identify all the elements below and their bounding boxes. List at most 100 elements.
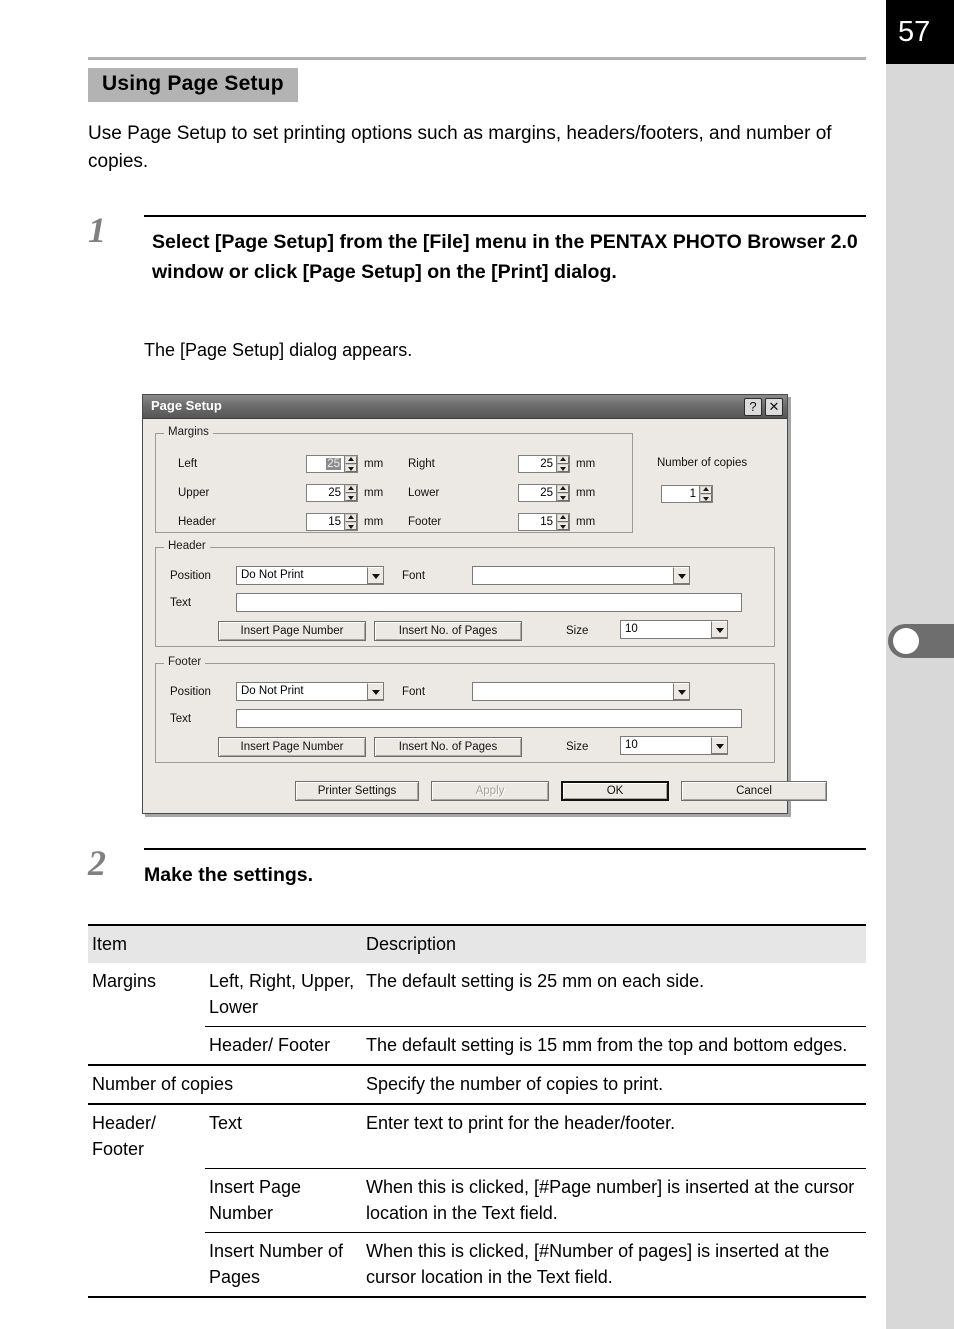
header-text-label: Text (170, 597, 192, 609)
chevron-down-icon[interactable] (367, 683, 383, 700)
spin-down-icon[interactable] (557, 522, 569, 530)
spin-up-icon[interactable] (345, 485, 357, 493)
apply-button: Apply (431, 781, 549, 801)
step-2-rule (144, 848, 866, 850)
footer-font-label: Font (402, 686, 426, 698)
margin-left-label: Left (178, 458, 198, 470)
spin-up-icon[interactable] (557, 456, 569, 464)
spin-down-icon[interactable] (345, 522, 357, 530)
spin-down-icon[interactable] (557, 493, 569, 501)
margin-right-spin-arrows[interactable] (556, 456, 569, 472)
margin-footer-value[interactable]: 15 (519, 514, 556, 530)
table-row: Margins Left, Right, Upper, Lower The de… (88, 963, 866, 1027)
header-rule (88, 57, 866, 60)
dialog-titlebar[interactable]: Page Setup ? ✕ (143, 395, 787, 419)
footer-size-select[interactable]: 10 (620, 736, 728, 755)
margin-upper-value[interactable]: 25 (307, 485, 344, 501)
help-icon[interactable]: ? (744, 398, 762, 416)
header-font-select[interactable] (472, 566, 690, 585)
margin-left-stepper[interactable]: 25 (306, 455, 358, 473)
spin-up-icon[interactable] (700, 486, 712, 494)
margin-right-label: Right (408, 458, 435, 470)
row-item (88, 1168, 205, 1232)
row-description: Specify the number of copies to print. (362, 1064, 866, 1104)
margin-left-unit: mm (364, 458, 384, 470)
margin-footer-spin-arrows[interactable] (556, 514, 569, 530)
margin-right-value[interactable]: 25 (519, 456, 556, 472)
margin-footer-stepper[interactable]: 15 (518, 513, 570, 531)
margin-upper-spin-arrows[interactable] (344, 485, 357, 501)
chevron-down-icon[interactable] (367, 567, 383, 584)
printer-settings-button[interactable]: Printer Settings (295, 781, 419, 801)
spin-down-icon[interactable] (700, 494, 712, 502)
ok-button[interactable]: OK (561, 781, 669, 801)
table-row: Header/ Footer The default setting is 15… (88, 1026, 866, 1066)
chevron-down-icon[interactable] (711, 737, 727, 754)
page-content: Using Page Setup Use Page Setup to set p… (0, 0, 886, 1329)
row-item: Header/ Footer (88, 1103, 205, 1168)
table-row: Insert Page Number When this is clicked,… (88, 1167, 866, 1232)
row-item (88, 1232, 205, 1297)
row-item: Margins (92, 971, 157, 991)
margin-header-unit: mm (364, 516, 384, 528)
column-header-description: Description (362, 924, 866, 963)
header-insert-page-number-button[interactable]: Insert Page Number (218, 621, 366, 641)
margin-left-value[interactable]: 25 (307, 456, 344, 472)
chapter-marker-dot (893, 628, 919, 654)
number-of-copies-value[interactable]: 1 (662, 486, 699, 502)
header-font-label: Font (402, 570, 426, 582)
footer-insert-no-of-pages-button[interactable]: Insert No. of Pages (374, 737, 522, 757)
margin-lower-value[interactable]: 25 (519, 485, 556, 501)
margin-upper-unit: mm (364, 487, 384, 499)
table-row: Header/ Footer Text Enter text to print … (88, 1103, 866, 1168)
margin-upper-label: Upper (178, 487, 210, 499)
copies-spin-arrows[interactable] (699, 486, 712, 502)
table-bottom-rule (88, 1295, 866, 1299)
step-1-rule (144, 215, 866, 217)
margin-lower-stepper[interactable]: 25 (518, 484, 570, 502)
margin-left-spin-arrows[interactable] (344, 456, 357, 472)
step-2-title: Make the settings. (144, 864, 314, 886)
footer-position-select[interactable]: Do Not Print (236, 682, 384, 701)
footer-font-select[interactable] (472, 682, 690, 701)
header-position-select[interactable]: Do Not Print (236, 566, 384, 585)
table-bottom-border (88, 1295, 866, 1299)
chevron-down-icon[interactable] (673, 683, 689, 700)
spin-up-icon[interactable] (345, 514, 357, 522)
margin-header-stepper[interactable]: 15 (306, 513, 358, 531)
titlebar-buttons: ? ✕ (744, 398, 783, 416)
number-of-copies-stepper[interactable]: 1 (661, 485, 713, 503)
header-size-select[interactable]: 10 (620, 620, 728, 639)
dialog-body: Margins Left 25 mm Right 25 mm Upper 25 … (143, 419, 827, 801)
margin-footer-label: Footer (408, 516, 442, 528)
close-icon[interactable]: ✕ (765, 398, 783, 416)
header-text-input[interactable] (236, 593, 742, 612)
margin-lower-spin-arrows[interactable] (556, 485, 569, 501)
cancel-button[interactable]: Cancel (681, 781, 827, 801)
spin-down-icon[interactable] (345, 464, 357, 472)
dialog-title: Page Setup (151, 398, 222, 413)
margin-header-spin-arrows[interactable] (344, 514, 357, 530)
chapter-marker-tab (888, 624, 954, 658)
spin-up-icon[interactable] (557, 485, 569, 493)
row-description: When this is clicked, [#Number of pages]… (362, 1231, 866, 1297)
spin-down-icon[interactable] (557, 464, 569, 472)
margin-upper-stepper[interactable]: 25 (306, 484, 358, 502)
row-subitem: Left, Right, Upper, Lower (209, 971, 355, 1017)
spin-down-icon[interactable] (345, 493, 357, 501)
page-setup-dialog: Page Setup ? ✕ Margins Left 25 mm Right (142, 394, 827, 814)
footer-position-label: Position (170, 686, 211, 698)
chevron-down-icon[interactable] (711, 621, 727, 638)
header-position-label: Position (170, 570, 211, 582)
margin-header-value[interactable]: 15 (307, 514, 344, 530)
spin-up-icon[interactable] (557, 514, 569, 522)
row-item (88, 1027, 205, 1066)
header-insert-no-of-pages-button[interactable]: Insert No. of Pages (374, 621, 522, 641)
step-1-number: 1 (88, 210, 106, 250)
footer-text-input[interactable] (236, 709, 742, 728)
header-group-label: Header (164, 540, 210, 552)
chevron-down-icon[interactable] (673, 567, 689, 584)
footer-insert-page-number-button[interactable]: Insert Page Number (218, 737, 366, 757)
margin-right-stepper[interactable]: 25 (518, 455, 570, 473)
spin-up-icon[interactable] (345, 456, 357, 464)
